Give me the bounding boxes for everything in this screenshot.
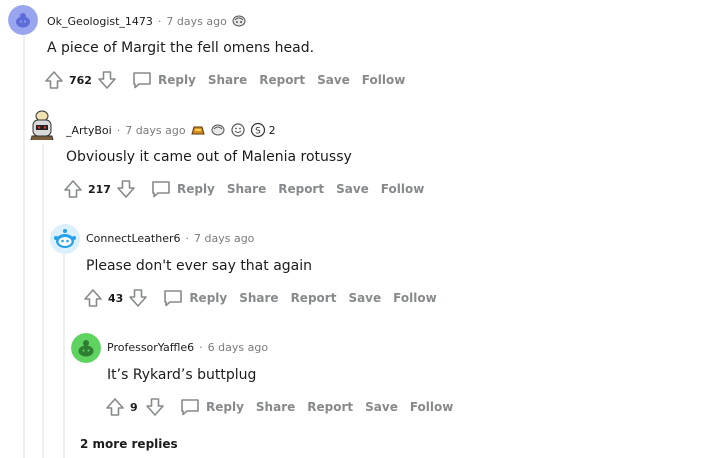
comment-meta: _ArtyBoi · 7 days ago S 2	[66, 122, 276, 138]
report-button[interactable]: Report	[278, 182, 324, 196]
speech-bubble-icon	[163, 289, 183, 307]
vote-score: 9	[130, 400, 138, 414]
timestamp[interactable]: 7 days ago	[125, 124, 185, 137]
arrow-up-icon[interactable]	[82, 287, 104, 309]
award-count: 2	[268, 123, 276, 137]
username[interactable]: ConnectLeather6	[86, 232, 181, 245]
follow-button[interactable]: Follow	[381, 182, 425, 196]
thread-line-level-2[interactable]	[63, 254, 65, 458]
vote-score: 762	[69, 73, 92, 87]
arrow-up-icon[interactable]	[43, 69, 65, 91]
avatar[interactable]	[8, 5, 38, 35]
award-icon[interactable]: S	[250, 122, 266, 138]
username[interactable]: Ok_Geologist_1473	[47, 15, 153, 28]
reply-label: Reply	[176, 182, 215, 196]
save-button[interactable]: Save	[365, 400, 398, 414]
snoo-avatar-icon	[8, 5, 38, 35]
timestamp[interactable]: 7 days ago	[194, 232, 254, 245]
follow-button[interactable]: Follow	[393, 291, 437, 305]
arrow-down-icon[interactable]	[144, 396, 166, 418]
separator-dot: ·	[185, 232, 190, 245]
reply-label: Reply	[157, 73, 196, 87]
snoo-avatar-icon	[50, 224, 80, 254]
timestamp[interactable]: 7 days ago	[166, 15, 226, 28]
arrow-down-icon[interactable]	[96, 69, 118, 91]
comment-body: It’s Rykard’s buttplug	[107, 367, 257, 383]
arrow-up-icon[interactable]	[104, 396, 126, 418]
save-button[interactable]: Save	[336, 182, 369, 196]
comment-actions: 217 Reply Share Report Save Follow	[62, 177, 424, 201]
arrow-up-icon[interactable]	[62, 178, 84, 200]
thread-line-level-1[interactable]	[42, 144, 44, 458]
save-button[interactable]: Save	[317, 73, 350, 87]
reply-button[interactable]: Reply	[180, 398, 244, 416]
username[interactable]: _ArtyBoi	[66, 124, 112, 137]
avatar[interactable]	[71, 333, 101, 363]
svg-text:S: S	[255, 127, 261, 137]
arrow-down-icon[interactable]	[127, 287, 149, 309]
report-button[interactable]: Report	[291, 291, 337, 305]
comment-actions: 9 Reply Share Report Save Follow	[104, 395, 453, 419]
share-button[interactable]: Share	[208, 73, 247, 87]
username[interactable]: ProfessorYaffle6	[107, 341, 194, 354]
separator-dot: ·	[157, 14, 162, 28]
save-button[interactable]: Save	[348, 291, 381, 305]
separator-dot: ·	[199, 341, 203, 354]
reply-label: Reply	[189, 291, 228, 305]
vote-score: 217	[88, 182, 111, 196]
comment-actions: 43 Reply Share Report Save Follow	[82, 286, 437, 310]
speech-bubble-icon	[180, 398, 200, 416]
timestamp[interactable]: 6 days ago	[208, 341, 268, 354]
report-button[interactable]: Report	[307, 400, 353, 414]
follow-button[interactable]: Follow	[362, 73, 406, 87]
reply-button[interactable]: Reply	[163, 289, 227, 307]
snoo-avatar-icon	[71, 333, 101, 363]
award-icon[interactable]	[231, 13, 247, 29]
more-replies-link[interactable]: 2 more replies	[80, 437, 178, 451]
award-icon[interactable]	[230, 122, 246, 138]
report-button[interactable]: Report	[259, 73, 305, 87]
thread-line-level-0[interactable]	[23, 34, 25, 458]
award-icon[interactable]	[190, 122, 206, 138]
vote-score: 43	[108, 291, 124, 305]
share-button[interactable]: Share	[227, 182, 266, 196]
separator-dot: ·	[116, 123, 121, 137]
reply-button[interactable]: Reply	[151, 180, 215, 198]
share-button[interactable]: Share	[239, 291, 278, 305]
comment-actions: 762 Reply Share Report Save Follow	[43, 68, 405, 92]
award-icon[interactable]	[210, 122, 226, 138]
comment-meta: Ok_Geologist_1473 · 7 days ago	[47, 13, 247, 29]
comment-meta: ConnectLeather6 · 7 days ago	[86, 232, 254, 245]
speech-bubble-icon	[151, 180, 171, 198]
arrow-down-icon[interactable]	[115, 178, 137, 200]
speech-bubble-icon	[132, 71, 152, 89]
comment-body: Please don't ever say that again	[86, 258, 313, 274]
avatar[interactable]	[27, 110, 57, 140]
custom-avatar-icon	[30, 110, 54, 140]
reply-label: Reply	[206, 400, 244, 414]
share-button[interactable]: Share	[256, 400, 295, 414]
follow-button[interactable]: Follow	[410, 400, 454, 414]
comment-meta: ProfessorYaffle6 · 6 days ago	[107, 341, 268, 354]
comment-body: A piece of Margit the fell omens head.	[47, 40, 315, 56]
comment-body: Obviously it came out of Malenia rotussy	[66, 149, 352, 165]
reply-button[interactable]: Reply	[132, 71, 196, 89]
avatar[interactable]	[50, 224, 80, 254]
